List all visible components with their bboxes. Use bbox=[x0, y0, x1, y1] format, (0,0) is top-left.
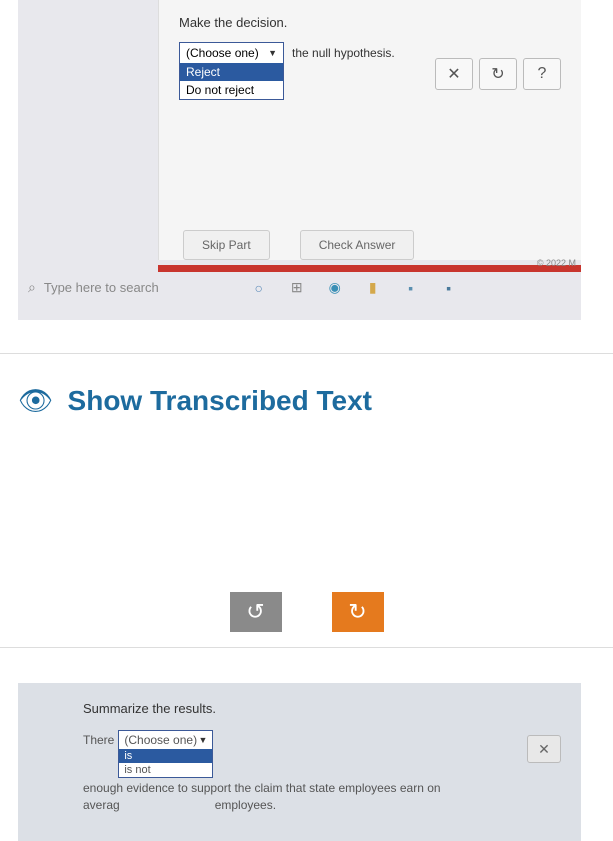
bottom-button-row: Skip Part Check Answer bbox=[183, 230, 414, 260]
dropdown-option-donotreject[interactable]: Do not reject bbox=[180, 81, 283, 99]
dropdown-options: is is not bbox=[119, 749, 212, 777]
help-button[interactable]: ? bbox=[523, 58, 561, 90]
close-button[interactable]: ✕ bbox=[435, 58, 473, 90]
store-icon[interactable]: ▪ bbox=[401, 278, 421, 298]
question-panel: Make the decision. (Choose one) ▼ Reject… bbox=[158, 0, 581, 260]
taskbar-icons: ○ ⊞ ◉ ▮ ▪ ▪ bbox=[249, 278, 459, 298]
transcribed-title: Show Transcribed Text bbox=[68, 385, 372, 417]
chevron-down-icon: ▼ bbox=[198, 735, 207, 745]
dropdown-header[interactable]: (Choose one) ▼ bbox=[180, 43, 283, 63]
search-placeholder: Type here to search bbox=[44, 280, 159, 295]
chevron-down-icon: ▼ bbox=[268, 48, 277, 58]
dropdown-placeholder: (Choose one) bbox=[124, 733, 197, 747]
search-icon: ⌕ bbox=[28, 279, 36, 296]
dropdown-placeholder: (Choose one) bbox=[186, 46, 259, 60]
screenshot-panel-2: Summarize the results. There (Choose one… bbox=[18, 683, 581, 841]
results-line2: averag employees. bbox=[83, 795, 561, 812]
copyright-text: © 2022 M bbox=[537, 258, 576, 268]
text-there: There bbox=[83, 730, 114, 747]
edge-icon[interactable]: ◉ bbox=[325, 278, 345, 298]
dropdown-option-isnot[interactable]: is not bbox=[119, 763, 212, 777]
show-transcribed-header[interactable]: 👁 Show Transcribed Text bbox=[0, 354, 613, 447]
rotate-left-button[interactable]: ↺ bbox=[230, 592, 282, 632]
eye-icon: 👁 bbox=[18, 384, 54, 417]
results-sentence: There (Choose one) ▼ is is not enough ev… bbox=[83, 730, 561, 795]
summarize-instruction: Summarize the results. bbox=[83, 701, 561, 716]
close-button[interactable]: ✕ bbox=[527, 735, 561, 763]
check-answer-button[interactable]: Check Answer bbox=[300, 230, 415, 260]
hypothesis-label: the null hypothesis. bbox=[292, 42, 395, 60]
screenshot-panel-1: Make the decision. (Choose one) ▼ Reject… bbox=[18, 0, 581, 320]
cortana-icon[interactable]: ○ bbox=[249, 278, 269, 298]
text-employees: employees. bbox=[215, 795, 276, 812]
decision-dropdown[interactable]: (Choose one) ▼ Reject Do not reject bbox=[179, 42, 284, 100]
dropdown-options: Reject Do not reject bbox=[180, 63, 283, 99]
explorer-icon[interactable]: ▮ bbox=[363, 278, 383, 298]
text-averag: averag bbox=[83, 795, 120, 812]
dropdown-option-reject[interactable]: Reject bbox=[180, 63, 283, 81]
windows-taskbar: ⌕ Type here to search ○ ⊞ ◉ ▮ ▪ ▪ bbox=[18, 270, 581, 305]
instruction-text: Make the decision. bbox=[179, 15, 561, 30]
dropdown-header[interactable]: (Choose one) ▼ bbox=[119, 731, 212, 749]
refresh-button-row: ↺ ↻ bbox=[0, 447, 613, 647]
taskbar-search[interactable]: ⌕ Type here to search bbox=[28, 279, 159, 296]
text-evidence: enough evidence to support the claim tha… bbox=[83, 778, 441, 795]
skip-part-button[interactable]: Skip Part bbox=[183, 230, 270, 260]
rotate-right-button[interactable]: ↻ bbox=[332, 592, 384, 632]
refresh-button[interactable]: ↻ bbox=[479, 58, 517, 90]
evidence-dropdown[interactable]: (Choose one) ▼ is is not bbox=[118, 730, 213, 778]
mail-icon[interactable]: ▪ bbox=[439, 278, 459, 298]
task-view-icon[interactable]: ⊞ bbox=[287, 278, 307, 298]
action-button-group: ✕ ↻ ? bbox=[435, 58, 561, 90]
divider bbox=[0, 647, 613, 648]
dropdown-option-is[interactable]: is bbox=[119, 749, 212, 763]
